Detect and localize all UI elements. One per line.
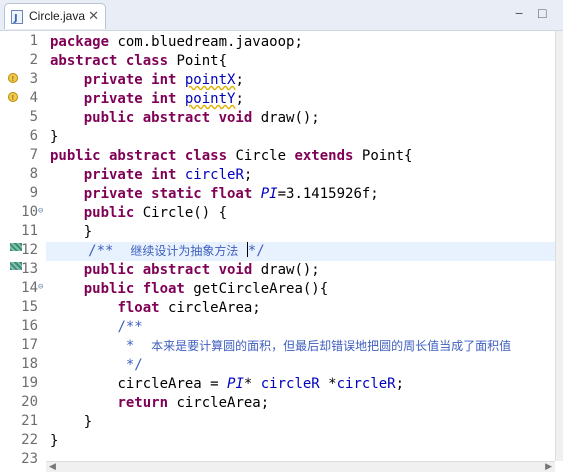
vertical-scrollbar[interactable] <box>555 31 563 461</box>
svg-text:!: ! <box>12 75 15 83</box>
code-line-3: private int pointX; <box>83 72 244 88</box>
line-number: 21 <box>21 413 38 429</box>
code-line-1: package com.bluedream.javaoop; <box>50 34 303 50</box>
java-file-icon: J <box>11 10 23 24</box>
change-marker-icon <box>10 243 22 251</box>
tab-title: Circle.java <box>29 9 86 23</box>
line-number: 23 <box>21 451 38 467</box>
minimize-icon[interactable]: − <box>515 6 523 20</box>
code-line-21: } <box>83 414 93 430</box>
warning-icon[interactable]: ! <box>8 92 20 104</box>
code-line-10: public Circle() { <box>83 205 228 221</box>
line-number: 22 <box>21 432 38 448</box>
code-line-19: circleArea = PI* circleR *circleR; <box>117 376 405 392</box>
line-number: 9 <box>29 185 38 201</box>
line-number: 2 <box>29 52 38 68</box>
editor-tab-bar: J Circle.java ✕ − □ <box>0 0 563 31</box>
code-line-7: public abstract class Circle extends Poi… <box>50 148 413 164</box>
line-number: 20 <box>21 394 38 410</box>
code-line-12: /** 继续设计为抽象方法 */ <box>46 242 555 261</box>
close-icon[interactable]: ✕ <box>88 8 99 24</box>
code-line-11: } <box>83 224 93 240</box>
line-number: 17 <box>21 337 38 353</box>
warning-icon[interactable]: ! <box>8 73 20 85</box>
code-editor[interactable]: package com.bluedream.javaoop; abstract … <box>46 31 555 461</box>
code-line-9: private static float PI=3.1415926f; <box>83 186 379 202</box>
code-line-5: public abstract void draw(); <box>83 110 320 126</box>
fold-toggle-icon[interactable]: ⊖ <box>38 206 43 216</box>
code-line-6: } <box>50 129 59 145</box>
code-line-4: private int pointY; <box>83 91 244 107</box>
code-line-15: float circleArea; <box>117 300 261 316</box>
code-line-8: private int circleR; <box>83 167 253 183</box>
horizontal-scrollbar[interactable]: ◀ ▶ <box>46 461 555 472</box>
line-number: 19 <box>21 375 38 391</box>
line-number: 16 <box>21 318 38 334</box>
code-line-2: abstract class Point{ <box>50 53 228 69</box>
change-marker-icon <box>10 262 22 270</box>
code-line-22: } <box>50 433 59 449</box>
svg-text:J: J <box>13 13 18 24</box>
code-line-17: * 本来是要计算圆的面积，但最后却错误地把圆的周长值当成了面积值 <box>117 338 512 354</box>
line-number: 5 <box>29 109 38 125</box>
line-number: 7 <box>29 147 38 163</box>
line-number: 14 <box>21 280 38 296</box>
line-number: 15 <box>21 299 38 315</box>
line-number: 11 <box>21 223 38 239</box>
maximize-icon[interactable]: □ <box>538 6 546 20</box>
line-number: 18 <box>21 356 38 372</box>
fold-toggle-icon[interactable]: ⊖ <box>38 282 43 292</box>
code-line-14: public float getCircleArea(){ <box>83 281 329 297</box>
line-number: 10 <box>21 204 38 220</box>
tab-circle-java[interactable]: J Circle.java ✕ <box>4 3 106 29</box>
line-number: 1 <box>29 33 38 49</box>
code-line-16: /** <box>117 319 143 335</box>
line-number-gutter: 1 2 3 4 5 6 7 8 9 10 11 12 13 14 15 16 1… <box>0 31 46 467</box>
code-line-20: return circleArea; <box>117 395 270 411</box>
line-number: 8 <box>29 166 38 182</box>
code-line-13: public abstract void draw(); <box>83 262 320 278</box>
code-line-18: */ <box>117 357 143 373</box>
line-number: 6 <box>29 128 38 144</box>
svg-text:!: ! <box>12 94 15 102</box>
